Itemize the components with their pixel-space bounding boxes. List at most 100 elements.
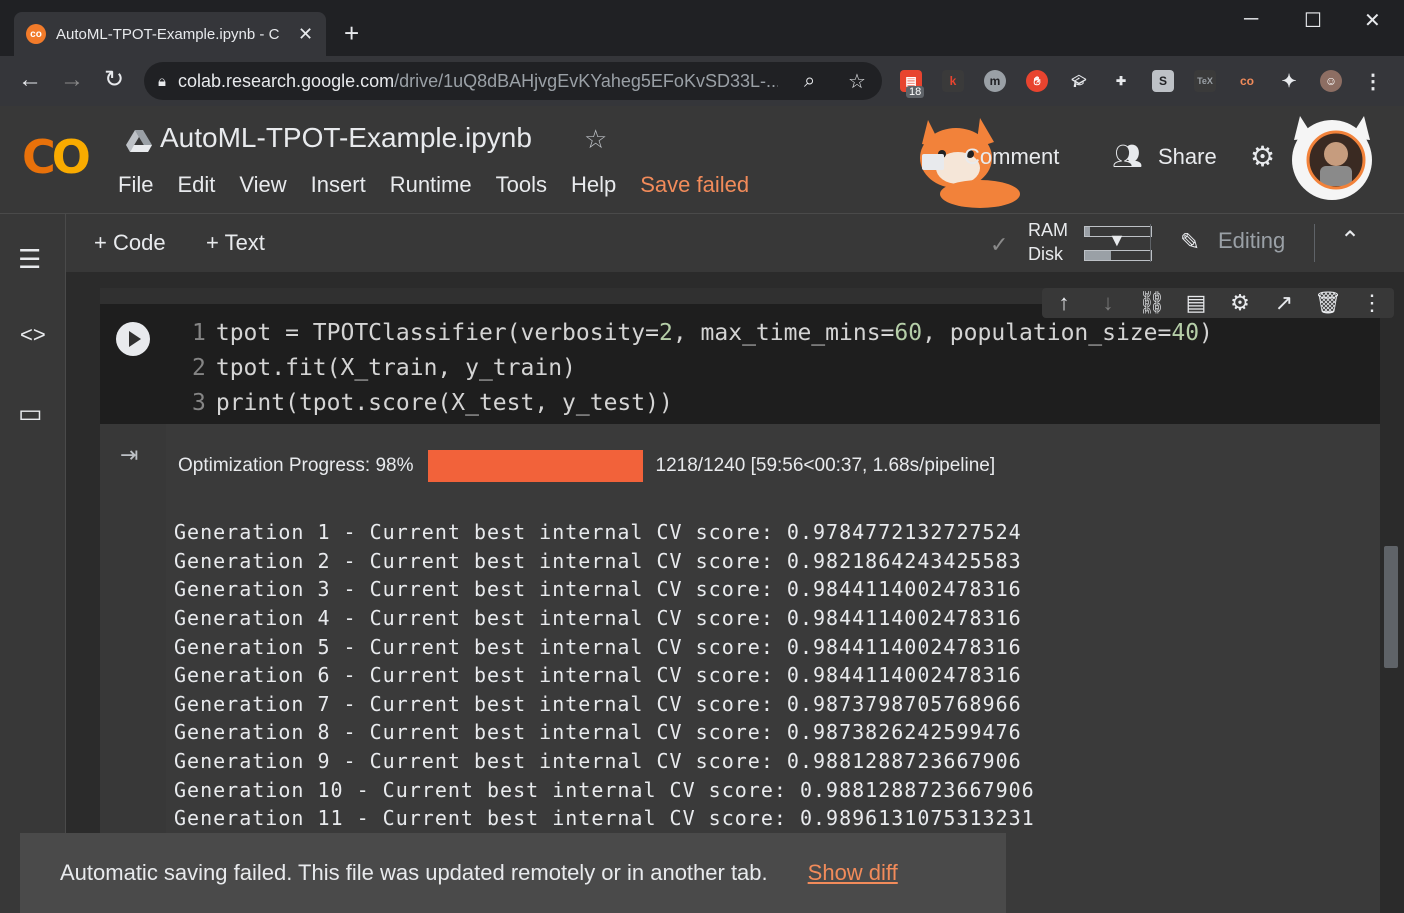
run-cell-button[interactable] (116, 322, 150, 356)
settings-gear-icon[interactable]: ⚙ (1250, 140, 1275, 173)
save-status[interactable]: Save failed (640, 172, 749, 198)
notebook-toolbar: + Code + Text ✓ RAM Disk ▼ ✎ Editing ⌃ (66, 214, 1404, 272)
lock-icon: 🔒︎ (158, 72, 166, 90)
toolbar-divider (1150, 224, 1151, 262)
generation-line: Generation 7 - Current best internal CV … (174, 692, 1022, 716)
progress-bar (427, 450, 648, 482)
generation-line: Generation 9 - Current best internal CV … (174, 749, 1022, 773)
progress-label: Optimization Progress: 98% (178, 455, 414, 476)
generation-line: Generation 4 - Current best internal CV … (174, 606, 1022, 630)
google-drive-icon[interactable] (126, 130, 152, 152)
progress-row: Optimization Progress: 98% 1218/1240 [59… (178, 450, 995, 482)
generation-line: Generation 6 - Current best internal CV … (174, 663, 1022, 687)
extension-medic-icon[interactable]: ✚ (1110, 70, 1132, 92)
menu-tools[interactable]: Tools (496, 172, 547, 198)
tab-title: AutoML-TPOT-Example.ipynb - C (56, 25, 280, 43)
page-scrollbar[interactable] (1384, 546, 1398, 668)
collapse-header-icon[interactable]: ⌃ (1340, 226, 1360, 255)
people-icon: 👥︎ (1112, 143, 1143, 170)
extension-colab-icon[interactable]: co (1236, 70, 1258, 92)
window-close-icon[interactable]: ✕ (1364, 8, 1381, 33)
account-avatar-cat-icon[interactable] (1280, 108, 1384, 212)
toast-message: Automatic saving failed. This file was u… (60, 860, 768, 885)
add-code-button[interactable]: + Code (94, 230, 166, 256)
menu-help[interactable]: Help (571, 172, 616, 198)
code-line[interactable]: 1 tpot = TPOTClassifier(verbosity=2, max_… (192, 320, 1213, 346)
extension-s-icon[interactable]: S (1152, 70, 1174, 92)
browser-tab[interactable]: co AutoML-TPOT-Example.ipynb - C ✕ (14, 12, 326, 56)
editing-mode-label[interactable]: Editing (1218, 228, 1285, 254)
code-line[interactable]: 3 print(tpot.score(X_test, y_test)) (192, 390, 673, 416)
more-actions-icon[interactable]: ⋮ (1350, 290, 1394, 316)
url-text[interactable]: colab.research.google.com/drive/1uQ8dBAH… (178, 71, 778, 92)
colab-favicon-icon: co (26, 24, 46, 44)
link-to-cell-icon[interactable]: ⛓︎ (1130, 290, 1174, 316)
cell-settings-icon[interactable]: ⚙ (1218, 290, 1262, 316)
extensions-puzzle-icon[interactable]: ✦ (1278, 70, 1300, 92)
save-failed-toast: Automatic saving failed. This file was u… (20, 833, 1006, 913)
generation-line: Generation 11 - Current best internal CV… (174, 806, 1035, 830)
generation-line: Generation 3 - Current best internal CV … (174, 577, 1022, 601)
reload-icon[interactable]: ↻ (104, 68, 124, 92)
new-tab-button[interactable]: + (344, 20, 359, 46)
code-line[interactable]: 2 tpot.fit(X_train, y_train) (192, 355, 576, 381)
comment-button[interactable]: Comment (964, 144, 1059, 170)
move-cell-up-icon[interactable]: ↑ (1042, 290, 1086, 316)
generation-line: Generation 5 - Current best internal CV … (174, 635, 1022, 659)
minimize-icon[interactable]: ─ (1244, 8, 1258, 31)
add-comment-icon[interactable]: ▤ (1174, 290, 1218, 316)
back-icon[interactable]: ← (18, 68, 42, 92)
extension-m-icon[interactable]: m (984, 70, 1006, 92)
add-text-button[interactable]: + Text (206, 230, 265, 256)
address-bar-row: ← → ↻ 🔒︎ colab.research.google.com/drive… (0, 56, 1404, 106)
notebook-main: 1 tpot = TPOTClassifier(verbosity=2, max_… (66, 272, 1404, 913)
maximize-icon[interactable]: ☐ (1304, 8, 1322, 33)
menu-file[interactable]: File (118, 172, 153, 198)
bookmark-star-icon[interactable]: ☆ (848, 69, 866, 94)
delete-cell-icon[interactable]: 🗑︎ (1306, 290, 1350, 316)
move-cell-down-icon[interactable]: ↓ (1086, 290, 1130, 316)
star-icon[interactable]: ☆ (584, 124, 607, 155)
menu-runtime[interactable]: Runtime (390, 172, 472, 198)
browser-menu-icon[interactable]: ⋮ (1362, 70, 1384, 93)
extension-grad-cap-icon[interactable]: 🎓︎ (1068, 70, 1090, 92)
files-folder-icon[interactable]: ▭ (18, 398, 43, 429)
generation-line: Generation 8 - Current best internal CV … (174, 720, 1022, 744)
url-bar[interactable]: 🔒︎ colab.research.google.com/drive/1uQ8d… (144, 62, 882, 100)
menu-insert[interactable]: Insert (311, 172, 366, 198)
extension-tex-icon[interactable]: TeX (1194, 70, 1216, 92)
share-button[interactable]: Share (1158, 144, 1217, 170)
profile-avatar[interactable]: ☺ (1320, 70, 1342, 92)
notebook-title[interactable]: AutoML-TPOT-Example.ipynb (160, 122, 532, 154)
output-actions-icon[interactable]: ⇥ (120, 442, 138, 468)
left-sidebar: ☰ <> ▭ (0, 214, 66, 913)
browser-tab-bar: co AutoML-TPOT-Example.ipynb - C ✕ + ─ ☐… (0, 0, 1404, 56)
edit-pencil-icon: ✎ (1180, 229, 1201, 256)
disk-label: Disk (1028, 244, 1063, 264)
menu-view[interactable]: View (239, 172, 286, 198)
zoom-icon[interactable]: ⌕ (804, 70, 815, 93)
colab-logo[interactable]: CO (22, 132, 91, 182)
runtime-dropdown-icon[interactable]: ▼ (1108, 230, 1126, 251)
code-cell[interactable]: 1 tpot = TPOTClassifier(verbosity=2, max_… (100, 288, 1394, 913)
generation-line: Generation 2 - Current best internal CV … (174, 549, 1022, 573)
toolbar-divider (1314, 224, 1315, 262)
resource-monitor[interactable]: ✓ RAM Disk (990, 218, 1170, 268)
tab-close-icon[interactable]: ✕ (298, 24, 313, 45)
connected-check-icon: ✓ (990, 232, 1009, 257)
extension-hand-icon[interactable]: ✋︎ (1026, 70, 1048, 92)
generation-line: Generation 10 - Current best internal CV… (174, 778, 1035, 802)
colab-header: CO AutoML-TPOT-Example.ipynb ☆ File Edit… (0, 106, 1404, 214)
play-icon (129, 331, 141, 347)
menu-edit[interactable]: Edit (177, 172, 215, 198)
code-snippets-icon[interactable]: <> (20, 322, 46, 348)
disk-usage-bar (1084, 250, 1152, 261)
mirror-cell-icon[interactable]: ↗ (1262, 290, 1306, 316)
show-diff-link[interactable]: Show diff (808, 860, 898, 886)
forward-icon[interactable]: → (60, 68, 84, 92)
code-editor[interactable]: 1 tpot = TPOTClassifier(verbosity=2, max_… (100, 304, 1380, 424)
cell-toolbar: ↑ ↓ ⛓︎ ▤ ⚙ ↗ 🗑︎ ⋮ (1042, 288, 1394, 318)
extension-badge: 18 (906, 86, 925, 98)
table-of-contents-icon[interactable]: ☰ (18, 244, 41, 275)
extension-k-icon[interactable]: k (942, 70, 964, 92)
